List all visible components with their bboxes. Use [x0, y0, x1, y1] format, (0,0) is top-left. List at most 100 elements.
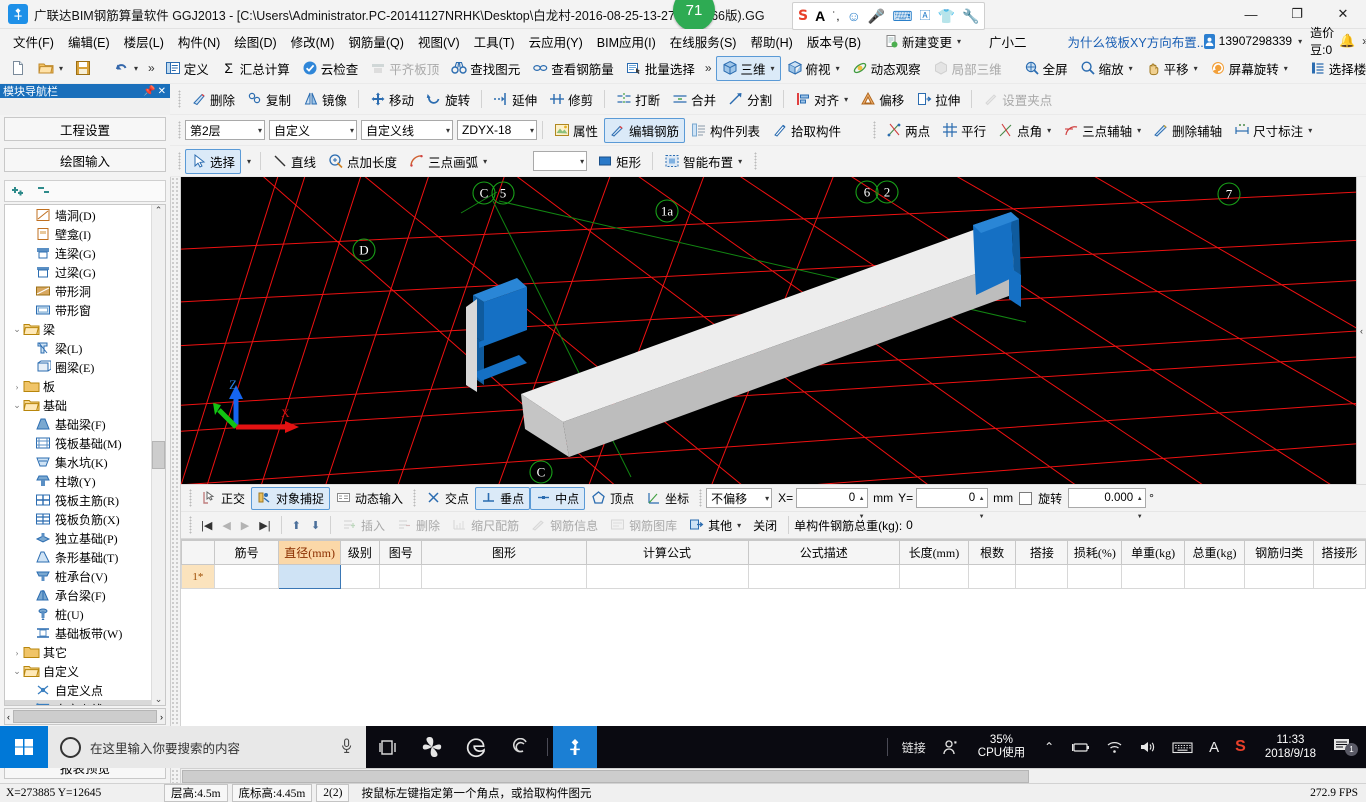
ime-lang-icon[interactable]: A: [1202, 739, 1226, 756]
table-column-header[interactable]: 图形: [422, 541, 586, 565]
close-icon[interactable]: ✕: [158, 86, 170, 97]
tree-item[interactable]: 连梁(G): [5, 244, 151, 263]
align-slab-top-button[interactable]: 平齐板顶: [364, 56, 445, 81]
chevron-down-icon[interactable]: ▾: [844, 95, 848, 104]
rebar-info-button[interactable]: 钢筋信息: [525, 514, 604, 537]
delete-row-button[interactable]: 删除: [391, 514, 446, 537]
promo-link[interactable]: 为什么筏板XY方向布置..: [1068, 32, 1204, 51]
user-name-label[interactable]: 广小二: [982, 30, 1034, 53]
break-button[interactable]: 打断: [610, 87, 666, 112]
ime-settings-icon[interactable]: 🔧: [962, 9, 979, 23]
draw-input-button[interactable]: 绘图输入: [4, 148, 166, 172]
cpu-usage-indicator[interactable]: 35% CPU使用: [968, 734, 1035, 760]
tree-item[interactable]: 壁龛(I): [5, 225, 151, 244]
table-column-header[interactable]: 直径(mm): [279, 541, 340, 565]
tree-item[interactable]: 柱墩(Y): [5, 472, 151, 491]
select-floor-button[interactable]: 选择楼层: [1304, 56, 1366, 81]
toolbar-grip[interactable]: [873, 121, 876, 139]
tree-hscrollbar[interactable]: ‹ ›: [4, 708, 166, 725]
tree-item[interactable]: 基础梁(F): [5, 415, 151, 434]
collapse-all-icon[interactable]: [37, 184, 55, 199]
chevron-down-icon[interactable]: ▾: [771, 64, 775, 73]
panel-splitter[interactable]: [171, 177, 181, 783]
find-element-button[interactable]: 查找图元: [445, 56, 526, 81]
toolbar-grip[interactable]: [178, 152, 181, 170]
chevron-down-icon[interactable]: ▾: [738, 157, 742, 166]
scroll-left-icon[interactable]: ‹: [5, 712, 12, 722]
chevron-down-icon[interactable]: ▾: [1298, 37, 1302, 46]
set-grip-button[interactable]: 设置夹点: [977, 87, 1058, 112]
table-column-header[interactable]: 根数: [968, 541, 1016, 565]
new-change-button[interactable]: 新建变更 ▾: [878, 30, 968, 53]
tree-item[interactable]: 带形窗: [5, 301, 151, 320]
module-tree[interactable]: 墙洞(D)壁龛(I)连梁(G)过梁(G)带形洞带形窗⌄梁梁(L)圈梁(E)›板⌄…: [4, 204, 166, 706]
table-column-header[interactable]: 级别: [340, 541, 379, 565]
people-icon[interactable]: [935, 739, 966, 756]
ortho-button[interactable]: 正交: [196, 487, 251, 510]
define-button[interactable]: 定义: [159, 56, 215, 81]
parallel-axis-button[interactable]: 平行: [936, 118, 992, 143]
menu-floor[interactable]: 楼层(L): [117, 30, 171, 53]
coins-label[interactable]: 造价豆:0: [1310, 24, 1336, 58]
rebar-grid[interactable]: 筋号直径(mm)级别图号图形计算公式公式描述长度(mm)根数搭接损耗(%)单重(…: [181, 540, 1366, 589]
rectangle-tool-button[interactable]: 矩形: [591, 149, 647, 174]
tray-link-label[interactable]: 链接: [895, 739, 933, 756]
dyn-input-button[interactable]: 动态输入: [330, 487, 409, 510]
select-tool-button[interactable]: 选择: [185, 149, 241, 174]
point-angle-button[interactable]: 点角▾: [992, 118, 1057, 143]
offset-button[interactable]: 偏移: [854, 87, 910, 112]
dimension-button[interactable]: 尺寸标注▾: [1228, 118, 1318, 143]
table-cell[interactable]: [422, 565, 586, 589]
scroll-right-icon[interactable]: ›: [158, 712, 165, 722]
clock[interactable]: 11:33 2018/9/18: [1255, 733, 1326, 761]
batch-select-button[interactable]: 批量选择: [620, 56, 701, 81]
edit-rebar-button[interactable]: 编辑钢筋: [604, 118, 685, 143]
chevron-down-icon[interactable]: ▾: [1308, 126, 1312, 135]
chevron-down-icon[interactable]: ▾: [836, 64, 840, 73]
tree-item[interactable]: ›其它: [5, 643, 151, 662]
properties-button[interactable]: 属性: [548, 118, 604, 143]
midpoint-snap-button[interactable]: 中点: [530, 487, 585, 510]
chevron-down-icon[interactable]: ▾: [1047, 126, 1051, 135]
tree-item[interactable]: 圈梁(E): [5, 358, 151, 377]
ime-letter-a-icon[interactable]: A: [815, 9, 825, 23]
pin-icon[interactable]: 📌: [143, 86, 157, 97]
member-list-button[interactable]: 构件列表: [685, 118, 766, 143]
osnap-button[interactable]: 对象捕捉: [251, 487, 330, 510]
table-column-header[interactable]: 损耗(%): [1068, 541, 1122, 565]
chevron-down-icon[interactable]: ▾: [1284, 64, 1288, 73]
notification-icon[interactable]: 1: [1328, 737, 1362, 757]
toolbar-grip[interactable]: [699, 489, 702, 507]
coordinate-snap-button[interactable]: 坐标: [640, 487, 695, 510]
toolbar-grip[interactable]: [754, 152, 757, 170]
wifi-icon[interactable]: [1099, 740, 1130, 754]
microphone-icon[interactable]: [341, 738, 352, 757]
y-spinner[interactable]: ▲▼: [977, 490, 986, 506]
chevron-down-icon[interactable]: ⌄: [11, 324, 23, 335]
task-view-icon[interactable]: [366, 726, 410, 768]
spiral-icon[interactable]: [498, 726, 542, 768]
intersection-snap-button[interactable]: 交点: [420, 487, 475, 510]
table-hscroll-thumb[interactable]: [182, 770, 1029, 783]
member-select[interactable]: ZDYX-18▾: [457, 120, 537, 140]
merge-button[interactable]: 合并: [666, 87, 722, 112]
partial-3d-button[interactable]: 局部三维: [927, 56, 1008, 81]
search-input[interactable]: 在这里输入你要搜索的内容: [48, 726, 366, 768]
move-down-button[interactable]: ⬇: [306, 519, 325, 532]
top-view-button[interactable]: 俯视 ▾: [781, 56, 846, 81]
copy-button[interactable]: 复制: [241, 87, 297, 112]
line-tool-button[interactable]: 直线: [266, 149, 322, 174]
perpendicular-snap-button[interactable]: 垂点: [475, 487, 530, 510]
row-marker[interactable]: 1*: [182, 565, 215, 589]
x-input[interactable]: 0▲▼: [796, 488, 868, 508]
chevron-right-icon[interactable]: ›: [11, 648, 23, 658]
table-cell[interactable]: [968, 565, 1016, 589]
scale-rebar-button[interactable]: 缩尺配筋: [446, 514, 525, 537]
tree-item[interactable]: 梁(L): [5, 339, 151, 358]
rebar-library-button[interactable]: 钢筋图库: [604, 514, 683, 537]
tree-item[interactable]: 桩承台(V): [5, 567, 151, 586]
type-select[interactable]: 自定义线▾: [361, 120, 453, 140]
save-button[interactable]: [69, 57, 97, 79]
vertex-snap-button[interactable]: 顶点: [585, 487, 640, 510]
view-3d-button[interactable]: 三维 ▾: [716, 56, 781, 81]
